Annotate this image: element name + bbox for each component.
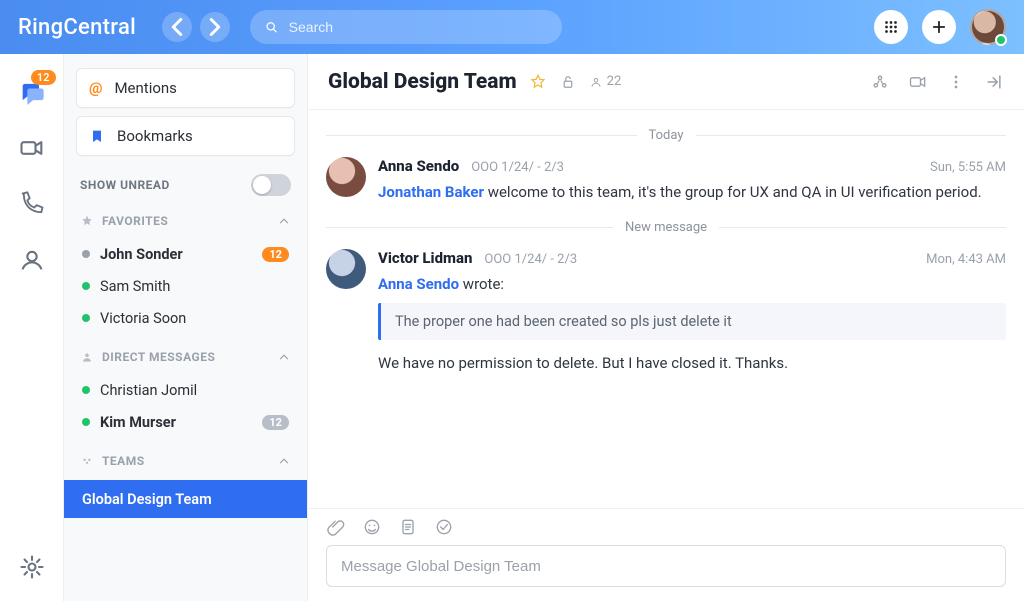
star-icon (80, 214, 94, 228)
presence-indicator (995, 34, 1007, 46)
message: Victor Lidman OOO 1/24/ - 2/3 Mon, 4:43 … (326, 249, 1006, 375)
new-message-divider: New message (326, 220, 1006, 235)
favorite-star-button[interactable] (529, 73, 547, 91)
unread-badge: 12 (262, 415, 289, 430)
chat-title: Global Design Team (328, 70, 517, 94)
rail-messages[interactable]: 12 (18, 78, 46, 106)
chevron-up-icon (277, 454, 291, 468)
team-icon (80, 454, 94, 468)
search-icon (264, 19, 279, 35)
message-text: Anna Sendo wrote: (378, 273, 1006, 296)
task-button[interactable] (434, 517, 454, 537)
teams-header[interactable]: TEAMS (76, 446, 295, 470)
message-time: Sun, 5:55 AM (930, 160, 1006, 175)
messages-badge: 12 (31, 70, 56, 85)
message-author[interactable]: Victor Lidman (378, 249, 472, 267)
members-icon (589, 75, 603, 89)
nav-rail: 12 (0, 54, 64, 601)
direct-item[interactable]: Kim Murser12 (76, 406, 295, 438)
at-icon: @ (89, 79, 102, 97)
person-icon (18, 246, 46, 274)
chevron-up-icon (277, 350, 291, 364)
unread-badge: 12 (262, 247, 289, 262)
chat-pane: Global Design Team 22 Today (308, 54, 1024, 601)
message-time: Mon, 4:43 AM (926, 252, 1006, 267)
new-action-button[interactable] (922, 10, 956, 44)
dialpad-icon (882, 18, 900, 36)
paperclip-icon (326, 517, 346, 537)
mention[interactable]: Anna Sendo (378, 275, 459, 293)
nav-back-button[interactable] (162, 12, 192, 42)
favorite-item[interactable]: Victoria Soon (76, 302, 295, 334)
favorites-list: John Sonder12 Sam Smith Victoria Soon (76, 238, 295, 334)
chat-header: Global Design Team 22 (308, 54, 1024, 110)
message-author[interactable]: Anna Sendo (378, 157, 459, 175)
message-text: We have no permission to delete. But I h… (378, 352, 1006, 375)
message-list: Today Anna Sendo OOO 1/24/ - 2/3 Sun, 5:… (308, 110, 1024, 508)
quoted-message: The proper one had been created so pls j… (378, 303, 1006, 340)
rail-video[interactable] (18, 134, 46, 162)
phone-icon (18, 190, 46, 218)
note-icon (398, 517, 418, 537)
show-unread-toggle[interactable] (251, 174, 291, 196)
plus-icon (930, 18, 948, 36)
kebab-icon (946, 72, 966, 92)
search-field[interactable] (250, 10, 562, 44)
composer (308, 508, 1024, 601)
chevron-right-icon (200, 12, 230, 42)
video-icon (18, 134, 46, 162)
rail-settings[interactable] (18, 553, 46, 581)
chevron-up-icon (277, 214, 291, 228)
avatar[interactable] (326, 249, 366, 289)
message-text: Jonathan Baker welcome to this team, it'… (378, 181, 1006, 204)
note-button[interactable] (398, 517, 418, 537)
direct-header[interactable]: DIRECT MESSAGES (76, 342, 295, 366)
direct-item[interactable]: Christian Jomil (76, 374, 295, 406)
search-input[interactable] (289, 19, 548, 35)
show-unread-label: SHOW UNREAD (80, 178, 170, 192)
emoji-icon (362, 517, 382, 537)
favorite-item[interactable]: Sam Smith (76, 270, 295, 302)
brand-logo: RingCentral (18, 15, 136, 40)
gear-icon (18, 553, 46, 581)
huddle-icon (870, 72, 890, 92)
start-video-button[interactable] (908, 72, 928, 92)
huddle-button[interactable] (870, 72, 890, 92)
teams-list: Global Design Team (76, 478, 295, 518)
direct-list: Christian Jomil Kim Murser12 (76, 374, 295, 438)
nav-forward-button[interactable] (200, 12, 230, 42)
message-input[interactable] (326, 545, 1006, 587)
rail-contacts[interactable] (18, 246, 46, 274)
bookmarks-label: Bookmarks (117, 127, 193, 145)
member-count[interactable]: 22 (589, 74, 622, 89)
author-status: OOO 1/24/ - 2/3 (471, 160, 564, 175)
check-circle-icon (434, 517, 454, 537)
bookmark-icon (89, 128, 105, 144)
mentions-button[interactable]: @ Mentions (76, 68, 295, 108)
bookmarks-button[interactable]: Bookmarks (76, 116, 295, 156)
sidebar: @ Mentions Bookmarks SHOW UNREAD FAVORIT… (64, 54, 308, 601)
dialpad-button[interactable] (874, 10, 908, 44)
person-small-icon (80, 350, 94, 364)
collapse-right-icon (984, 72, 1004, 92)
video-icon (908, 72, 928, 92)
date-divider: Today (326, 128, 1006, 143)
rail-phone[interactable] (18, 190, 46, 218)
favorite-item[interactable]: John Sonder12 (76, 238, 295, 270)
author-status: OOO 1/24/ - 2/3 (484, 252, 577, 267)
chevron-left-icon (162, 12, 192, 42)
top-bar: RingCentral (0, 0, 1024, 54)
emoji-button[interactable] (362, 517, 382, 537)
message: Anna Sendo OOO 1/24/ - 2/3 Sun, 5:55 AM … (326, 157, 1006, 204)
mention[interactable]: Jonathan Baker (378, 183, 484, 201)
mentions-label: Mentions (114, 79, 176, 97)
attach-button[interactable] (326, 517, 346, 537)
more-button[interactable] (946, 72, 966, 92)
avatar[interactable] (326, 157, 366, 197)
lock-icon (559, 73, 577, 91)
team-item-selected[interactable]: Global Design Team (64, 480, 307, 518)
favorites-header[interactable]: FAVORITES (76, 206, 295, 230)
collapse-pane-button[interactable] (984, 72, 1004, 92)
user-avatar[interactable] (970, 9, 1006, 45)
